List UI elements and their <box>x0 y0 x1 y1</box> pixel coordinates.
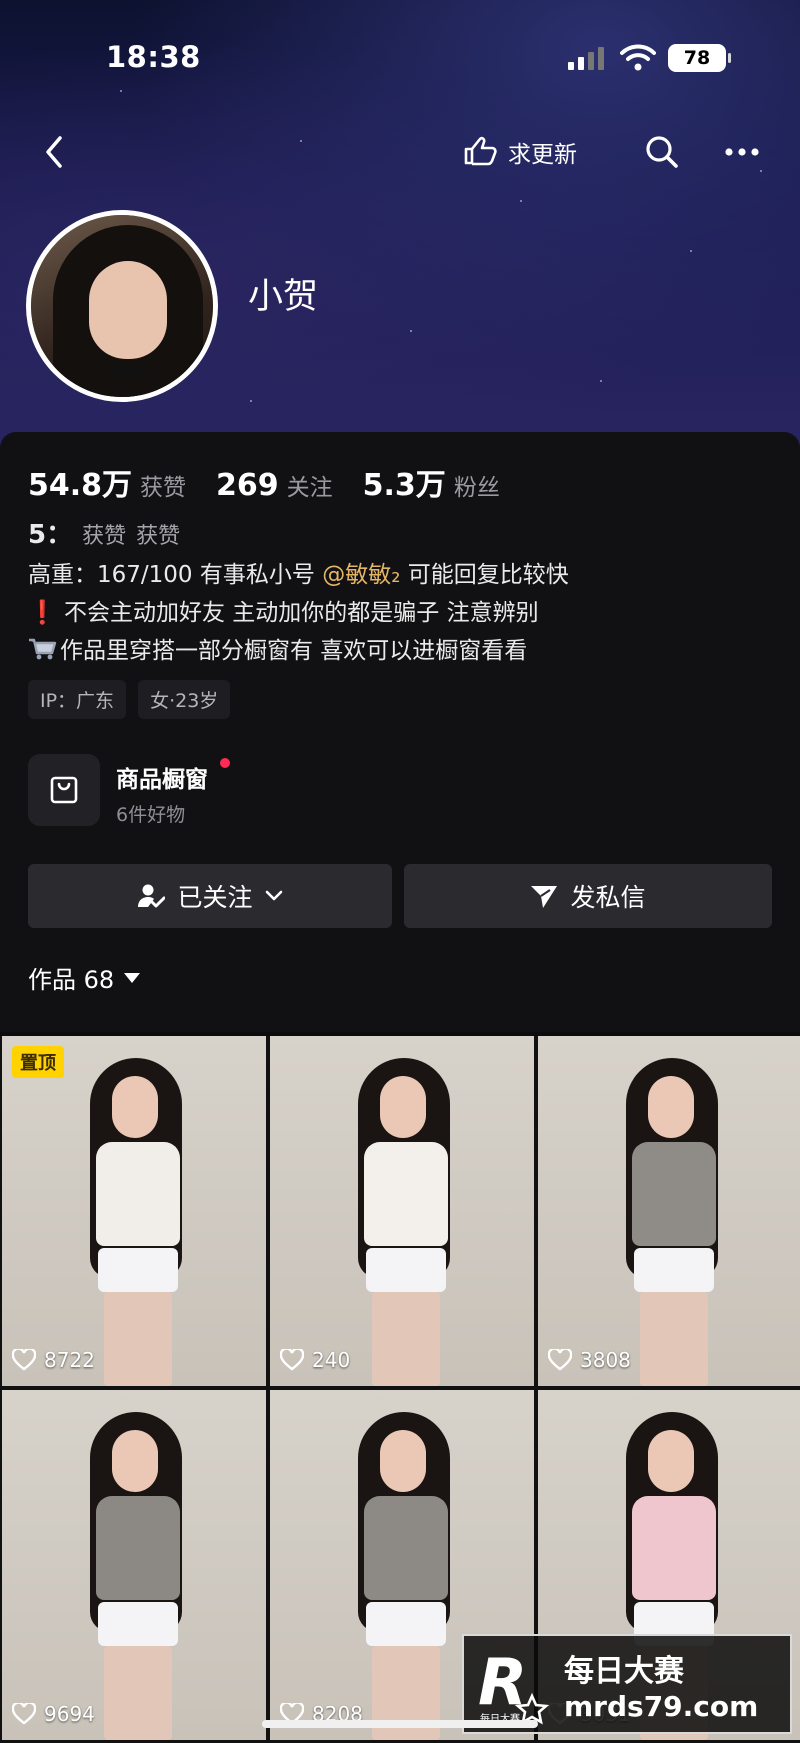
bio-text: 作品里穿搭一部分橱窗有 喜欢可以进橱窗看看 <box>60 638 528 664</box>
following-button[interactable]: 已关注 <box>28 864 392 928</box>
outfit-top <box>96 1142 180 1246</box>
like-count-value: 240 <box>312 1348 351 1372</box>
exclamation-icon: ❗ <box>28 600 57 626</box>
request-update-button[interactable]: 求更新 <box>462 132 577 172</box>
like-count: 9694 <box>12 1702 95 1726</box>
shop-window-title: 商品橱窗 <box>116 767 208 793</box>
profile-tags: IP：广东 女·23岁 <box>28 680 231 719</box>
shop-icon-box <box>28 754 100 826</box>
site-watermark: R 每日大赛 每日大赛 mrds79.com <box>462 1634 792 1734</box>
status-time: 18:38 <box>106 40 201 74</box>
shop-window-subtitle: 6件好物 <box>116 804 186 826</box>
outfit-top <box>96 1496 180 1600</box>
video-thumbnail[interactable]: 240 <box>270 1036 534 1386</box>
more-options-icon[interactable] <box>722 134 762 170</box>
following-label: 关注 <box>286 475 333 501</box>
top-nav: 求更新 <box>0 120 800 190</box>
heart-icon <box>12 1703 36 1725</box>
watermark-title: 每日大赛 <box>564 1654 684 1689</box>
back-arrow-icon[interactable] <box>36 132 76 172</box>
caret-down-icon <box>124 972 141 983</box>
avatar[interactable] <box>26 210 218 402</box>
video-thumbnail[interactable]: 3808 <box>538 1036 800 1386</box>
bio-text: 获赞 <box>82 524 127 549</box>
search-icon[interactable] <box>644 134 680 170</box>
likes-count[interactable]: 54.8万 <box>28 460 132 504</box>
profile-bio: 5： 获赞 获赞 高重：167/100 有事私小号 @敏敏₂ 可能回复比较快 ❗… <box>28 516 788 670</box>
home-indicator[interactable] <box>262 1720 538 1728</box>
outfit-top <box>632 1496 716 1600</box>
like-count-value: 3808 <box>580 1348 631 1372</box>
cellular-signal-icon <box>568 47 604 70</box>
bio-line-4: 作品里穿搭一部分橱窗有 喜欢可以进橱窗看看 <box>28 632 788 670</box>
battery-indicator: 78 <box>668 44 731 72</box>
following-button-label: 已关注 <box>177 883 253 912</box>
request-update-label: 求更新 <box>508 142 577 168</box>
heart-icon <box>548 1349 572 1371</box>
watermark-url: mrds79.com <box>564 1690 759 1723</box>
outfit-top <box>364 1496 448 1600</box>
bio-text: 获赞 <box>136 524 181 549</box>
shopping-bag-icon <box>50 776 78 804</box>
works-count-label: 作品 68 <box>28 966 115 994</box>
gender-age-tag: 女·23岁 <box>138 680 231 719</box>
like-count: 8722 <box>12 1348 95 1372</box>
like-count-value: 8722 <box>44 1348 95 1372</box>
heart-icon <box>280 1349 304 1371</box>
paper-plane-icon <box>531 886 558 908</box>
notification-dot <box>220 758 230 768</box>
like-count-value: 9694 <box>44 1702 95 1726</box>
watermark-logo-icon: R 每日大赛 <box>478 1646 550 1725</box>
profile-name: 小贺 <box>248 277 319 317</box>
bio-number: 5： <box>28 520 73 550</box>
outfit-top <box>364 1142 448 1246</box>
bio-text: 高重：167/100 有事私小号 <box>28 562 315 588</box>
wifi-icon <box>620 44 656 71</box>
works-tab[interactable]: 作品 68 <box>28 960 141 995</box>
bio-line-2: 高重：167/100 有事私小号 @敏敏₂ 可能回复比较快 <box>28 556 788 594</box>
mention-link[interactable]: @敏敏₂ <box>322 562 400 588</box>
bio-text: 不会主动加好友 主动加你的都是骗子 注意辨别 <box>63 600 539 626</box>
following-count[interactable]: 269 <box>216 468 279 503</box>
send-message-label: 发私信 <box>570 883 646 912</box>
likes-label: 获赞 <box>140 475 187 501</box>
chevron-down-icon <box>265 890 282 901</box>
ip-location-tag: IP：广东 <box>28 680 127 719</box>
send-message-button[interactable]: 发私信 <box>404 864 772 928</box>
video-thumbnail[interactable]: 置顶 8722 <box>2 1036 266 1386</box>
pinned-badge: 置顶 <box>12 1046 64 1078</box>
user-check-icon <box>138 884 166 908</box>
bio-line-1: 5： 获赞 获赞 <box>28 516 788 556</box>
followers-count[interactable]: 5.3万 <box>363 460 446 504</box>
bio-line-3: ❗ 不会主动加好友 主动加你的都是骗子 注意辨别 <box>28 594 788 632</box>
bio-text: 可能回复比较快 <box>407 562 569 588</box>
profile-info-panel: 54.8万 获赞 269 关注 5.3万 粉丝 5： 获赞 获赞 高重：167/… <box>0 432 800 1032</box>
pointing-hand-icon <box>464 136 497 166</box>
shop-window-entry[interactable]: 商品橱窗 6件好物 <box>28 754 428 830</box>
shopping-cart-icon <box>29 638 57 660</box>
outfit-top <box>632 1142 716 1246</box>
video-thumbnail[interactable]: 9694 <box>2 1390 266 1740</box>
status-bar: 18:38 78 <box>0 0 800 110</box>
heart-icon <box>12 1349 36 1371</box>
like-count: 240 <box>280 1348 350 1372</box>
like-count: 3808 <box>548 1348 631 1372</box>
followers-label: 粉丝 <box>453 475 500 501</box>
stats-row: 54.8万 获赞 269 关注 5.3万 粉丝 <box>28 460 530 504</box>
